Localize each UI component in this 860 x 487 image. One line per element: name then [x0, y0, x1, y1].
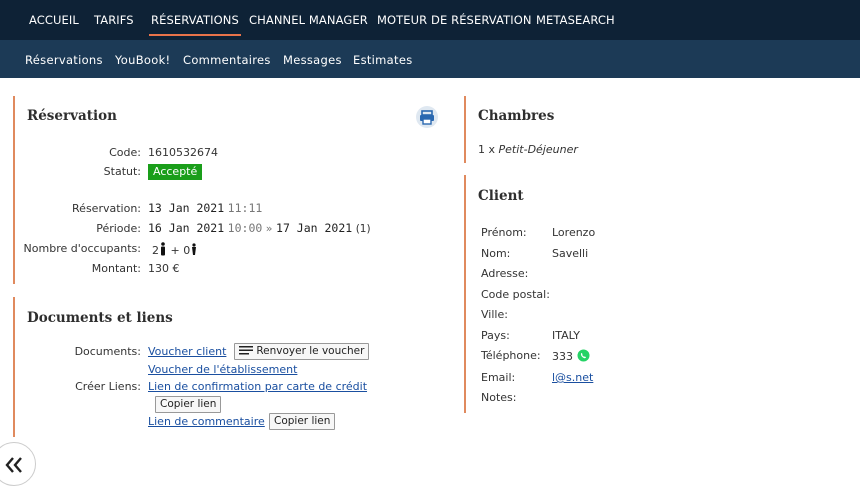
rooms-panel-border	[464, 96, 466, 163]
code-label: Code:	[109, 146, 141, 159]
voucher-client-link[interactable]: Voucher client	[148, 345, 226, 358]
room-line: 1 x Petit-Déjeuner	[478, 143, 578, 156]
room-quantity: 1 x	[478, 143, 496, 156]
period-arrow: »	[265, 222, 273, 235]
phone-value: 333	[552, 349, 590, 363]
resend-voucher-label: Renvoyer le voucher	[256, 345, 365, 357]
address-label: Adresse:	[481, 267, 529, 280]
child-icon	[192, 243, 197, 255]
person-icon	[161, 242, 165, 256]
copy-link-button-2[interactable]: Copier lien	[269, 413, 336, 430]
children-count: 0	[183, 244, 191, 257]
code-value: 1610532674	[148, 146, 218, 159]
reservation-time: 11:11	[227, 201, 263, 215]
resend-voucher-button[interactable]: Renvoyer le voucher	[234, 343, 370, 360]
reservation-date: 13 Jan 2021	[148, 201, 225, 215]
client-title: Client	[478, 188, 524, 204]
lastname-label: Nom:	[481, 247, 511, 260]
city-label: Ville:	[481, 308, 508, 321]
occupants-plus: +	[170, 244, 180, 257]
nav-reservations[interactable]: RÉSERVATIONS	[149, 0, 241, 40]
subnav-commentaires[interactable]: Commentaires	[183, 40, 271, 78]
postcode-label: Code postal:	[481, 288, 550, 301]
double-chevron-left-icon	[5, 457, 22, 473]
reservation-panel-border	[13, 96, 15, 284]
period-end-date: 17 Jan 2021	[276, 221, 353, 235]
country-label: Pays:	[481, 329, 510, 342]
period-start-date: 16 Jan 2021	[148, 221, 225, 235]
period-label: Période:	[96, 222, 141, 235]
copy-link-button-1[interactable]: Copier lien	[155, 396, 222, 413]
notes-label: Notes:	[481, 391, 517, 404]
room-name: Petit-Déjeuner	[498, 143, 578, 156]
occupants-label: Nombre d'occupants:	[23, 242, 141, 255]
print-button[interactable]	[416, 106, 438, 128]
print-icon	[420, 110, 434, 125]
documents-title: Documents et liens	[27, 310, 173, 326]
adults-count: 2	[152, 244, 159, 257]
lines-icon	[239, 346, 253, 355]
rooms-title: Chambres	[478, 108, 555, 124]
reservation-datetime: 13 Jan 2021 11:11	[148, 201, 262, 215]
period-value: 16 Jan 2021 10:00 » 17 Jan 2021 (1)	[148, 221, 371, 235]
status-label: Statut:	[103, 165, 141, 178]
sub-navigation: Réservations YouBook! Commentaires Messa…	[0, 40, 860, 78]
nav-channel-manager[interactable]: CHANNEL MANAGER	[249, 0, 368, 40]
client-panel-border	[464, 175, 466, 413]
occupants-value: 2 + 0	[152, 242, 197, 257]
amount-label: Montant:	[91, 262, 141, 275]
phone-label: Téléphone:	[481, 349, 541, 362]
comment-link[interactable]: Lien de commentaire	[148, 415, 265, 428]
nav-accueil[interactable]: ACCUEIL	[29, 0, 79, 40]
subnav-reservations[interactable]: Réservations	[25, 40, 103, 78]
back-button[interactable]	[0, 442, 36, 486]
phone-number: 333	[552, 350, 573, 363]
country-value: ITALY	[552, 329, 581, 342]
firstname-value: Lorenzo	[552, 226, 596, 239]
amount-value: 130 €	[148, 262, 180, 275]
whatsapp-icon[interactable]	[577, 349, 590, 362]
subnav-youbook[interactable]: YouBook!	[115, 40, 170, 78]
reservation-date-label: Réservation:	[72, 202, 141, 215]
documents-label: Documents:	[74, 345, 141, 358]
email-link[interactable]: l@s.net	[552, 371, 593, 384]
firstname-label: Prénom:	[481, 226, 527, 239]
nav-tarifs[interactable]: TARIFS	[94, 0, 134, 40]
lastname-value: Savelli	[552, 247, 589, 260]
create-links-label: Créer Liens:	[75, 380, 141, 393]
subnav-estimates[interactable]: Estimates	[353, 40, 413, 78]
documents-panel-border	[13, 297, 15, 437]
reservation-title: Réservation	[27, 108, 117, 124]
nav-moteur-de-reservation[interactable]: MOTEUR DE RÉSERVATION	[377, 0, 532, 40]
period-start-time: 10:00	[227, 221, 263, 235]
credit-card-link[interactable]: Lien de confirmation par carte de crédit	[148, 380, 367, 393]
top-navigation: ACCUEIL TARIFS RÉSERVATIONS CHANNEL MANA…	[0, 0, 860, 40]
period-nights: (1)	[355, 223, 371, 235]
email-label: Email:	[481, 371, 516, 384]
nav-metasearch[interactable]: METASEARCH	[536, 0, 615, 40]
voucher-establishment-link[interactable]: Voucher de l'établissement	[148, 363, 297, 376]
status-badge: Accepté	[148, 164, 203, 180]
subnav-messages[interactable]: Messages	[283, 40, 342, 78]
